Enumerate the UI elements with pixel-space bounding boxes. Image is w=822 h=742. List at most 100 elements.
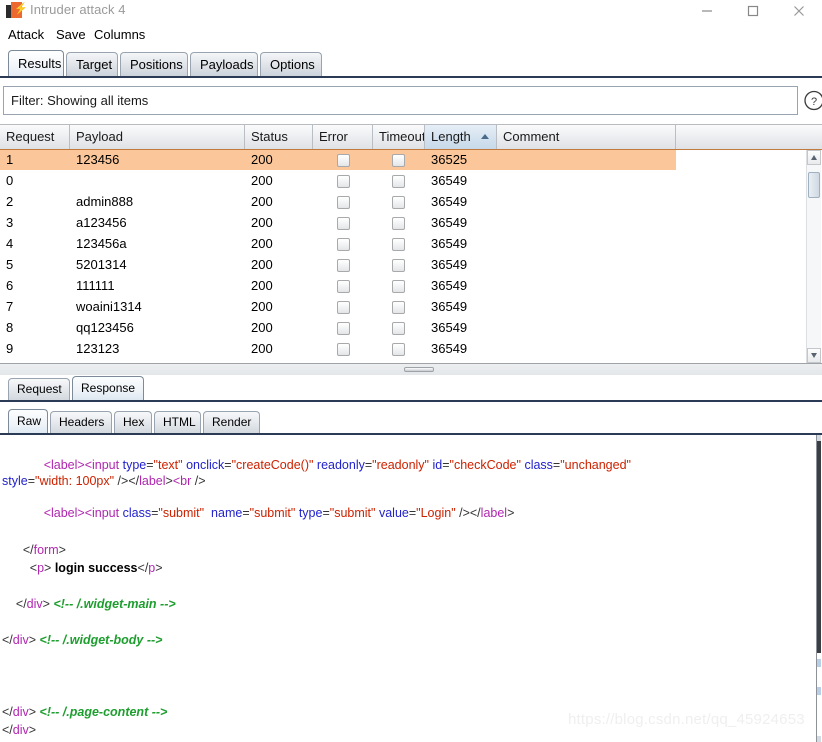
column-header-error[interactable]: Error xyxy=(313,125,373,149)
sort-ascending-icon xyxy=(481,134,489,139)
tab-response[interactable]: Response xyxy=(72,376,144,400)
column-header-length[interactable]: Length xyxy=(425,125,497,149)
code-token-tag: div xyxy=(12,633,29,647)
cell-payload: 111111 xyxy=(76,278,115,293)
scrollbar-thumb[interactable] xyxy=(808,172,820,198)
tab-raw[interactable]: Raw xyxy=(8,409,48,433)
minimize-button[interactable] xyxy=(684,0,730,22)
tab-hex[interactable]: Hex xyxy=(114,411,152,433)
error-checkbox[interactable] xyxy=(337,217,350,230)
scroll-down-icon[interactable] xyxy=(807,348,821,363)
table-row[interactable]: 8 qq123456 200 36549 xyxy=(0,318,676,338)
timeout-checkbox[interactable] xyxy=(392,196,405,209)
code-token-punc: = xyxy=(27,474,36,488)
timeout-checkbox[interactable] xyxy=(392,217,405,230)
table-row[interactable]: 2 admin888 200 36549 xyxy=(0,192,676,212)
timeout-checkbox[interactable] xyxy=(392,280,405,293)
timeout-checkbox[interactable] xyxy=(392,175,405,188)
column-header-comment[interactable]: Comment xyxy=(497,125,676,149)
cell-length: 36549 xyxy=(431,236,468,251)
column-header-payload[interactable]: Payload xyxy=(70,125,245,149)
cell-payload: woaini1314 xyxy=(76,299,142,314)
code-token-punc: = xyxy=(146,458,154,472)
code-token-punc: </ xyxy=(2,543,34,557)
response-scrollbar-thumb[interactable] xyxy=(817,441,821,653)
error-checkbox[interactable] xyxy=(337,322,350,335)
code-token-punc: > xyxy=(155,561,163,575)
cell-length: 36549 xyxy=(431,299,468,314)
code-token-punc: = xyxy=(242,506,250,520)
tab-payloads[interactable]: Payloads xyxy=(190,52,258,76)
splitter-grip[interactable] xyxy=(404,367,434,372)
timeout-checkbox[interactable] xyxy=(392,259,405,272)
table-row[interactable]: 5 5201314 200 36549 xyxy=(0,255,676,275)
maximize-button[interactable] xyxy=(730,0,776,22)
code-token-punc: > xyxy=(507,506,515,520)
cell-payload: 123456a xyxy=(76,236,127,251)
code-token-val: "unchanged" xyxy=(560,458,631,472)
table-row[interactable]: 1 123456 200 36525 xyxy=(0,150,676,170)
close-button[interactable] xyxy=(776,0,822,22)
timeout-checkbox[interactable] xyxy=(392,343,405,356)
table-body: 1 123456 200 36525 0 200 36549 2 admin888 200 3654… xyxy=(0,150,808,364)
tab-headers[interactable]: Headers xyxy=(50,411,112,433)
tab-html[interactable]: HTML xyxy=(154,411,201,433)
code-token-punc: </ xyxy=(2,597,27,611)
error-checkbox[interactable] xyxy=(337,259,350,272)
menu-item-attack[interactable]: Attack xyxy=(4,26,48,43)
timeout-checkbox[interactable] xyxy=(392,301,405,314)
cell-comment xyxy=(503,297,673,317)
response-vertical-scrollbar[interactable] xyxy=(816,435,822,742)
tab-positions[interactable]: Positions xyxy=(120,52,188,76)
tab-options[interactable]: Options xyxy=(260,52,322,76)
cell-request: 4 xyxy=(6,236,14,251)
error-checkbox[interactable] xyxy=(337,175,350,188)
code-token-tag: div xyxy=(12,705,29,719)
code-token-attr: type xyxy=(298,506,323,520)
column-header-timeout[interactable]: Timeout xyxy=(373,125,425,149)
menu-item-save[interactable]: Save xyxy=(52,26,90,43)
column-header-status[interactable]: Status xyxy=(245,125,313,149)
scroll-up-icon[interactable] xyxy=(807,150,821,165)
tab-render[interactable]: Render xyxy=(203,411,260,433)
intruder-attack-window: ⚡ Intruder attack 4 Attack Save Columns … xyxy=(0,0,822,742)
table-row[interactable]: 3 a123456 200 36549 xyxy=(0,213,676,233)
main-tab-strip: Results Target Positions Payloads Option… xyxy=(0,49,822,78)
error-checkbox[interactable] xyxy=(337,343,350,356)
code-token-tag: div xyxy=(12,723,29,737)
column-header-request[interactable]: Request xyxy=(0,125,70,149)
menu-item-columns[interactable]: Columns xyxy=(90,26,149,43)
code-token-tag: label xyxy=(480,506,508,520)
table-vertical-scrollbar[interactable] xyxy=(806,150,821,363)
tab-request[interactable]: Request xyxy=(8,378,70,400)
code-token-tag: div xyxy=(26,597,43,611)
timeout-checkbox[interactable] xyxy=(392,238,405,251)
table-row[interactable]: 7 woaini1314 200 36549 xyxy=(0,297,676,317)
code-token-com: <!-- /.page-content --> xyxy=(39,705,168,719)
cell-comment xyxy=(503,339,673,359)
code-token-tag: form xyxy=(33,543,59,557)
error-checkbox[interactable] xyxy=(337,154,350,167)
tab-target[interactable]: Target xyxy=(66,52,118,76)
code-token-tag: <label> xyxy=(43,458,85,472)
error-checkbox[interactable] xyxy=(337,280,350,293)
error-checkbox[interactable] xyxy=(337,238,350,251)
code-token-punc: = xyxy=(224,458,232,472)
code-token-attr: onclick xyxy=(186,458,225,472)
table-row[interactable]: 0 200 36549 xyxy=(0,171,676,191)
error-checkbox[interactable] xyxy=(337,301,350,314)
table-row[interactable]: 9 123123 200 36549 xyxy=(0,339,676,359)
code-token-val: "checkCode" xyxy=(449,458,521,472)
help-circle-icon[interactable]: ? xyxy=(803,86,822,115)
error-checkbox[interactable] xyxy=(337,196,350,209)
timeout-checkbox[interactable] xyxy=(392,322,405,335)
response-body-viewer[interactable]: <label><input type="text" onclick="creat… xyxy=(0,435,822,742)
table-row[interactable]: 4 123456a 200 36549 xyxy=(0,234,676,254)
cell-request: 1 xyxy=(6,152,14,167)
timeout-checkbox[interactable] xyxy=(392,154,405,167)
filter-bar[interactable]: Filter: Showing all items xyxy=(3,86,798,115)
code-token-tag: p xyxy=(37,561,45,575)
burp-intruder-icon: ⚡ xyxy=(6,2,28,18)
tab-results[interactable]: Results xyxy=(8,50,64,76)
table-row[interactable]: 6 111111 200 36549 xyxy=(0,276,676,296)
